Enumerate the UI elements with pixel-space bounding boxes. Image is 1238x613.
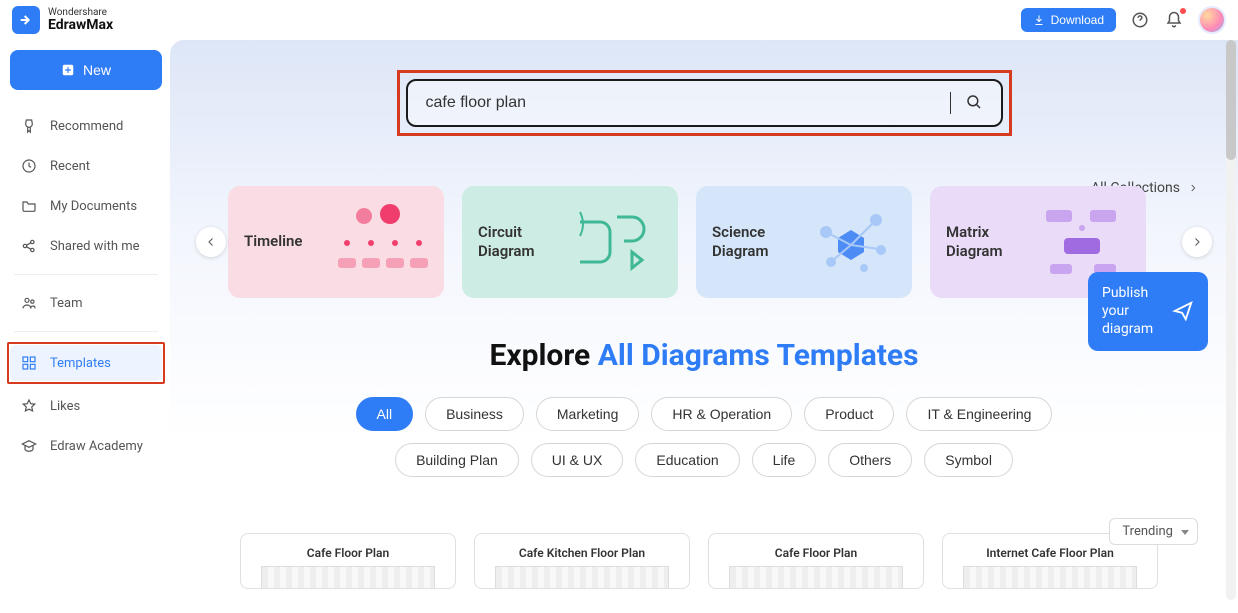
search-button[interactable] (965, 93, 983, 114)
category-card-timeline[interactable]: Timeline (228, 186, 444, 298)
result-card[interactable]: Cafe Kitchen Floor Plan (474, 533, 690, 589)
sidebar-item-likes[interactable]: Likes (10, 388, 162, 424)
avatar[interactable] (1198, 6, 1226, 34)
result-title: Internet Cafe Floor Plan (986, 546, 1114, 560)
sidebar-item-label: Templates (50, 356, 111, 371)
carousel-next-button[interactable] (1182, 227, 1212, 257)
result-title: Cafe Kitchen Floor Plan (519, 546, 645, 560)
explore-prefix: Explore (489, 338, 597, 373)
publish-label: Publish your diagram (1102, 284, 1162, 339)
pill-it[interactable]: IT & Engineering (906, 397, 1052, 431)
pill-marketing[interactable]: Marketing (536, 397, 639, 431)
explore-heading: Explore All Diagrams Templates (200, 338, 1208, 373)
star-icon (20, 397, 38, 415)
result-thumb-icon (729, 566, 903, 589)
science-illustration-icon (806, 202, 896, 282)
sidebar-item-label: Shared with me (50, 239, 140, 254)
result-thumb-icon (495, 566, 669, 589)
pill-building[interactable]: Building Plan (395, 443, 519, 477)
sidebar-item-academy[interactable]: Edraw Academy (10, 428, 162, 464)
category-carousel: Timeline Circuit Dia (200, 186, 1208, 298)
pill-hr[interactable]: HR & Operation (651, 397, 792, 431)
sidebar-item-templates[interactable]: Templates (10, 345, 162, 381)
sidebar-divider (14, 274, 158, 275)
badge-icon (20, 117, 38, 135)
result-thumb-icon (261, 566, 435, 589)
help-icon[interactable] (1130, 10, 1150, 30)
result-title: Cafe Floor Plan (775, 546, 857, 560)
result-card[interactable]: Cafe Floor Plan (708, 533, 924, 589)
filter-pills: All Business Marketing HR & Operation Pr… (294, 397, 1114, 477)
card-label: Science Diagram (712, 223, 802, 262)
category-card-circuit[interactable]: Circuit Diagram (462, 186, 678, 298)
result-title: Cafe Floor Plan (307, 546, 389, 560)
sidebar-item-recommend[interactable]: Recommend (10, 108, 162, 144)
pill-product[interactable]: Product (804, 397, 894, 431)
template-results: Cafe Floor Plan Cafe Kitchen Floor Plan … (200, 533, 1208, 589)
matrix-illustration-icon (1040, 202, 1130, 282)
download-label: Download (1051, 13, 1104, 27)
sidebar-item-label: Recent (50, 159, 90, 174)
sidebar-item-label: Likes (50, 399, 80, 414)
timeline-illustration-icon (338, 202, 428, 282)
send-icon (1172, 300, 1194, 322)
brand: Wondershare EdrawMax (12, 6, 113, 34)
new-button[interactable]: New (10, 50, 162, 90)
sidebar-item-recent[interactable]: Recent (10, 148, 162, 184)
explore-accent: All Diagrams Templates (598, 338, 919, 373)
main-content: All Collections Timeline (170, 40, 1238, 613)
sidebar-divider (14, 331, 158, 332)
team-icon (20, 294, 38, 312)
search-input[interactable] (426, 94, 936, 112)
card-label: Circuit Diagram (478, 223, 568, 262)
category-card-science[interactable]: Science Diagram (696, 186, 912, 298)
sidebar-item-shared[interactable]: Shared with me (10, 228, 162, 264)
new-label: New (83, 62, 111, 78)
brand-logo-icon (12, 6, 40, 34)
sidebar-item-label: My Documents (50, 199, 137, 214)
circuit-illustration-icon (572, 202, 662, 282)
pill-symbol[interactable]: Symbol (924, 443, 1013, 477)
pill-all[interactable]: All (356, 397, 414, 431)
scrollbar-thumb[interactable] (1226, 40, 1236, 160)
scrollbar[interactable] (1226, 40, 1236, 600)
result-thumb-icon (963, 566, 1137, 589)
search-highlight (397, 70, 1012, 136)
card-label: Matrix Diagram (946, 223, 1036, 262)
templates-icon (20, 354, 38, 372)
download-button[interactable]: Download (1021, 8, 1116, 32)
carousel-prev-button[interactable] (196, 227, 226, 257)
pill-business[interactable]: Business (425, 397, 524, 431)
pill-uiux[interactable]: UI & UX (531, 443, 624, 477)
share-icon (20, 237, 38, 255)
sidebar-item-my-documents[interactable]: My Documents (10, 188, 162, 224)
pill-life[interactable]: Life (752, 443, 817, 477)
publish-button[interactable]: Publish your diagram (1088, 272, 1208, 351)
sidebar-item-team[interactable]: Team (10, 285, 162, 321)
pill-others[interactable]: Others (828, 443, 912, 477)
graduation-icon (20, 437, 38, 455)
sidebar: New Recommend Recent My Documents Shared… (0, 40, 170, 613)
brand-title: EdrawMax (48, 18, 113, 32)
pill-education[interactable]: Education (635, 443, 739, 477)
folder-icon (20, 197, 38, 215)
sidebar-item-label: Recommend (50, 119, 123, 134)
templates-highlight: Templates (7, 342, 165, 384)
sidebar-item-label: Team (50, 296, 83, 311)
sidebar-item-label: Edraw Academy (50, 439, 143, 454)
sort-label: Trending (1122, 524, 1173, 539)
notification-dot-icon (1180, 8, 1186, 14)
search-divider (950, 92, 951, 114)
bell-icon[interactable] (1164, 10, 1184, 30)
sort-select[interactable]: Trending (1109, 518, 1198, 545)
card-label: Timeline (244, 232, 302, 252)
clock-icon (20, 157, 38, 175)
result-card[interactable]: Cafe Floor Plan (240, 533, 456, 589)
